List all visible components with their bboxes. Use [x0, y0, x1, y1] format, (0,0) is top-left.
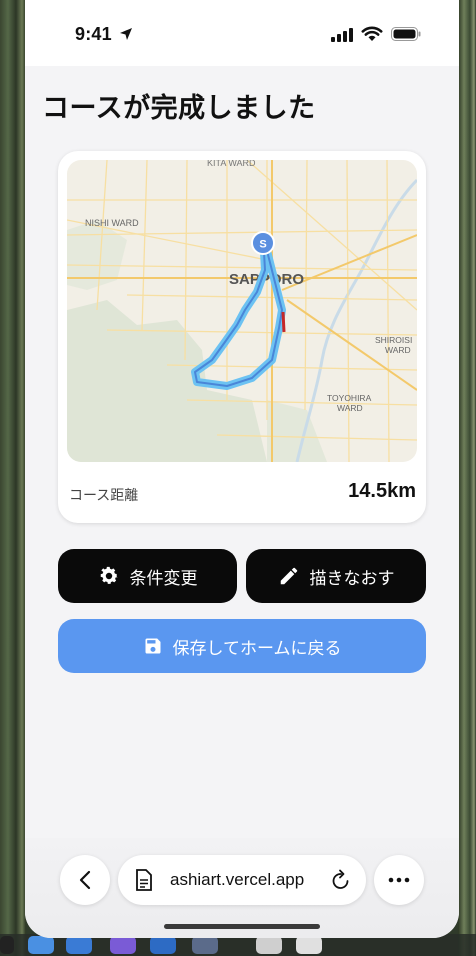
map-label: WARD: [385, 345, 411, 355]
page-title: コースが完成しました: [42, 93, 316, 123]
dock-app-icon[interactable]: [192, 936, 218, 954]
svg-text:S: S: [259, 239, 266, 251]
course-distance-label: コース距離: [69, 487, 139, 503]
pencil-icon: [280, 567, 297, 585]
phone-screen: 9:41 コースが完成しました KITA WARD NISHI WARD SAP…: [25, 0, 459, 938]
status-bar: 9:41: [25, 0, 459, 66]
more-horizontal-icon: [388, 877, 410, 883]
start-marker[interactable]: S: [251, 231, 275, 255]
redraw-button[interactable]: 描きなおす: [246, 549, 426, 603]
dock-app-icon[interactable]: [0, 936, 14, 954]
redraw-label: 描きなおす: [309, 568, 395, 588]
map-label: NISHI WARD: [85, 218, 139, 228]
map-label: SHIROISI: [375, 335, 412, 345]
browser-toolbar: ashiart.vercel.app: [25, 838, 459, 938]
save-and-return-home-label: 保存してホームに戻る: [172, 638, 342, 658]
map-label: KITA WARD: [207, 160, 256, 168]
save-and-return-home-button[interactable]: 保存してホームに戻る: [58, 619, 426, 673]
save-icon: [145, 638, 160, 654]
dock-app-icon[interactable]: [296, 936, 322, 954]
dock-app-icon[interactable]: [110, 936, 136, 954]
chevron-left-icon: [79, 870, 91, 890]
dock-app-icon[interactable]: [150, 936, 176, 954]
map-label: TOYOHIRA: [327, 393, 372, 403]
map-label: WARD: [337, 403, 363, 413]
course-map[interactable]: KITA WARD NISHI WARD SAPPORO SHIROISI WA…: [67, 160, 417, 462]
status-time: 9:41: [75, 24, 112, 44]
battery-icon: [391, 27, 421, 41]
location-arrow-icon: [120, 28, 132, 40]
address-bar[interactable]: ashiart.vercel.app: [118, 855, 366, 905]
home-indicator[interactable]: [164, 924, 320, 929]
cellular-signal-icon: [331, 28, 353, 42]
map-canvas[interactable]: KITA WARD NISHI WARD SAPPORO SHIROISI WA…: [67, 160, 417, 462]
browser-back-button[interactable]: [60, 855, 110, 905]
route-segment-highlight: [281, 311, 286, 333]
dock-app-icon[interactable]: [256, 936, 282, 954]
dock-app-icon[interactable]: [28, 936, 54, 954]
reload-icon[interactable]: [331, 869, 351, 891]
change-conditions-label: 条件変更: [129, 568, 198, 588]
course-card: KITA WARD NISHI WARD SAPPORO SHIROISI WA…: [58, 151, 426, 523]
page-menu-icon[interactable]: [135, 869, 153, 891]
url-text: ashiart.vercel.app: [170, 870, 305, 889]
course-distance-value: 14.5km: [348, 480, 416, 502]
change-conditions-button[interactable]: 条件変更: [58, 549, 237, 603]
wifi-icon: [361, 26, 383, 41]
dock-app-icon[interactable]: [66, 936, 92, 954]
gear-icon: [100, 566, 118, 584]
browser-more-button[interactable]: [374, 855, 424, 905]
